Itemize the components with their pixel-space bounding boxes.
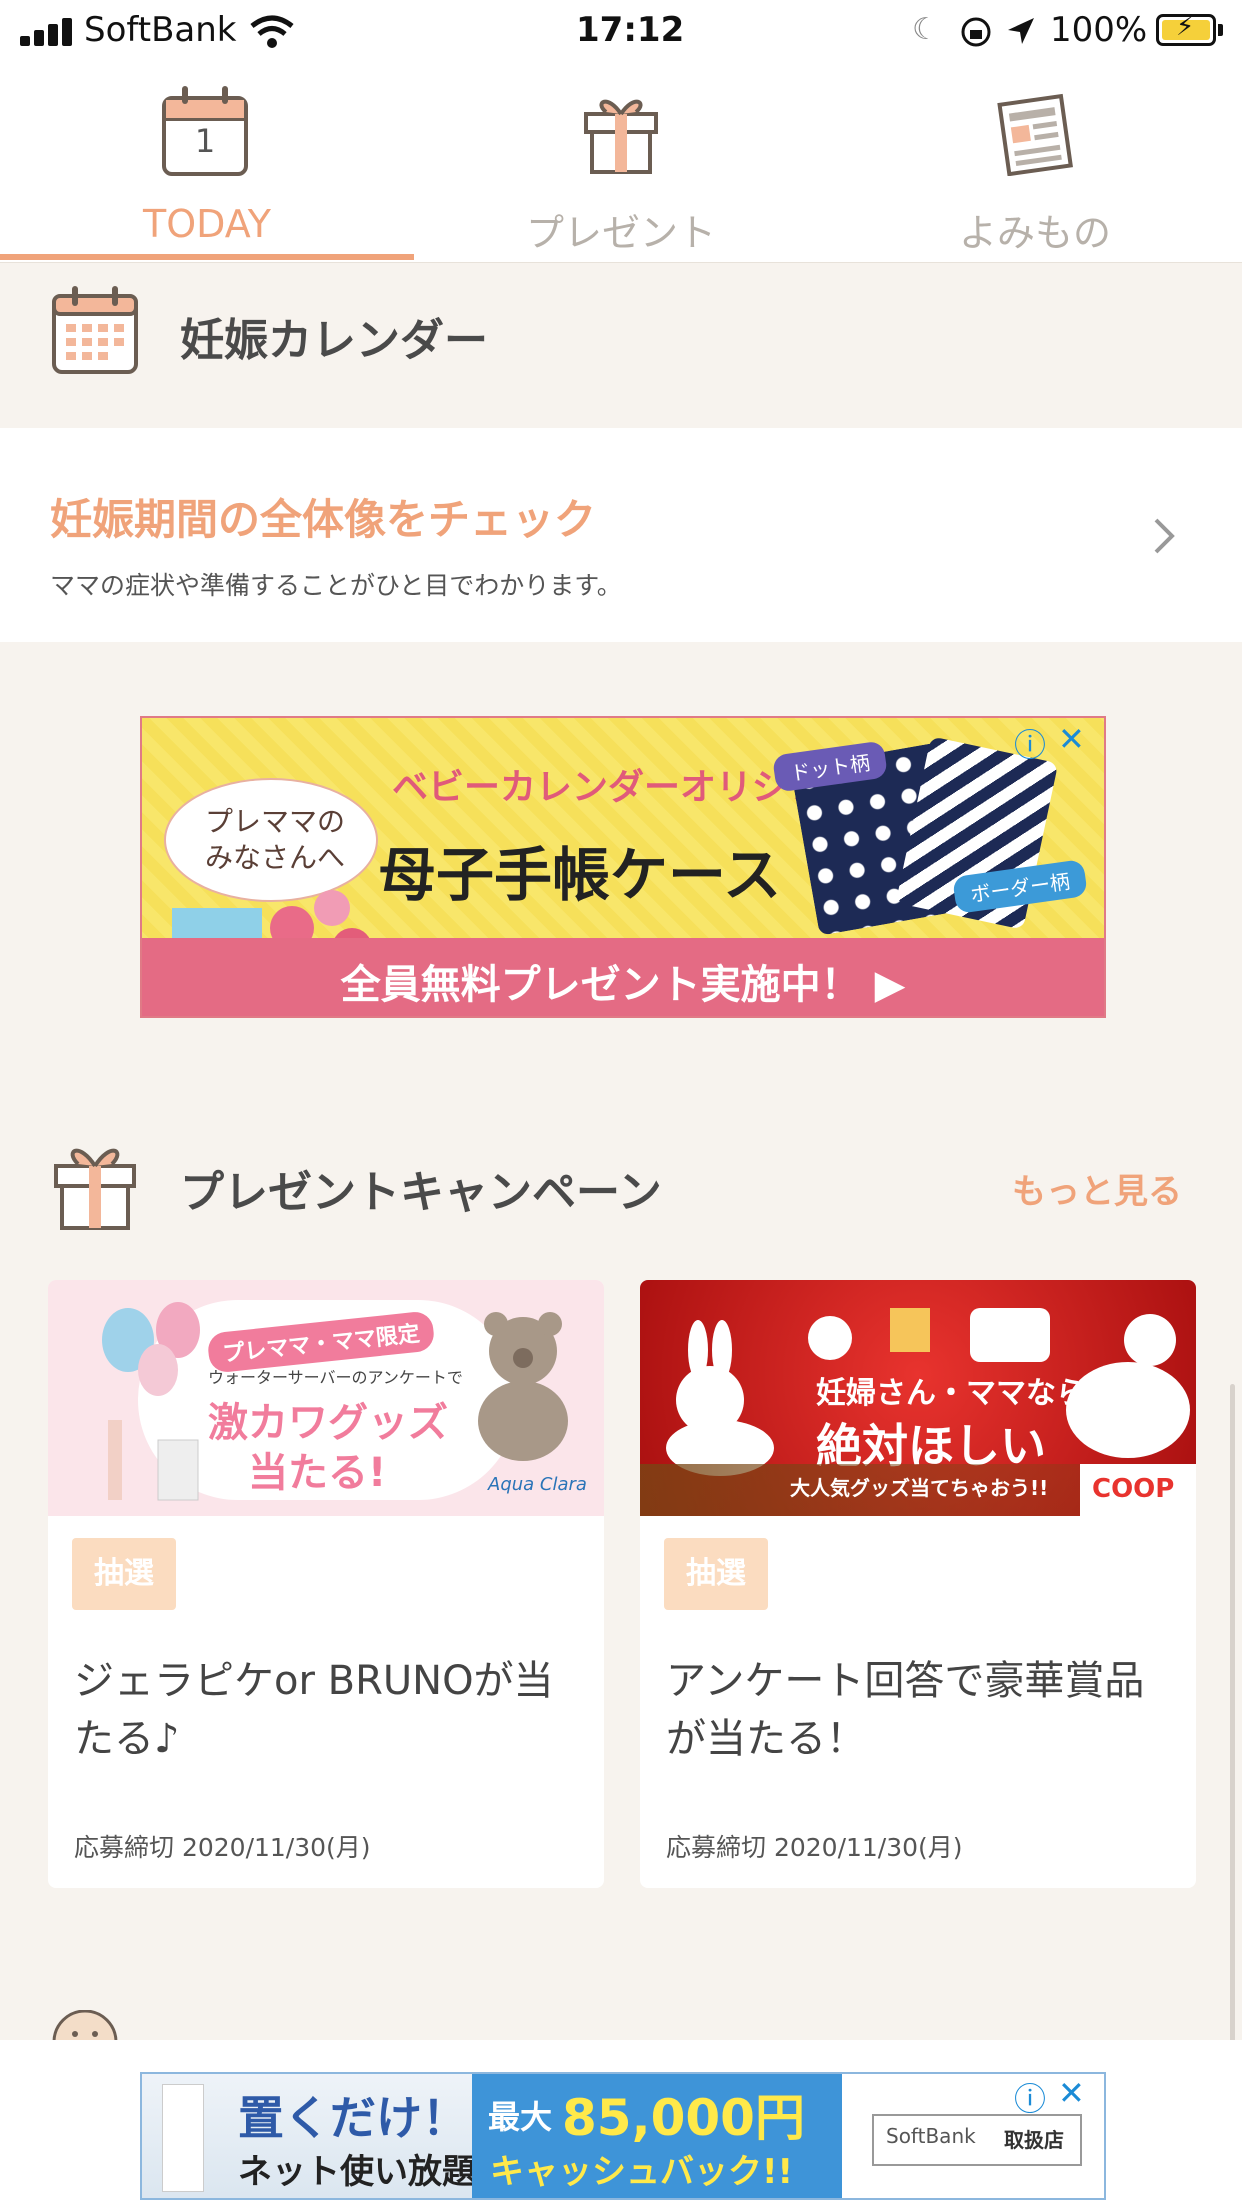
router-image	[162, 2084, 204, 2192]
bottom-ad-banner[interactable]: 置くだけ！ ネット使い放題 最大 85,000円 キャッシュバック!! Soft…	[140, 2072, 1106, 2200]
balloons-illustration	[102, 1302, 200, 1501]
see-more-link[interactable]: もっと見る	[1012, 1164, 1182, 1213]
campaign-deadline: 応募締切 2020/11/30(月)	[666, 1833, 963, 1862]
location-icon	[1008, 18, 1034, 44]
overview-link-title: 妊娠期間の全体像をチェック	[50, 495, 597, 544]
calendar-icon: 1	[162, 86, 248, 176]
signal-icon	[20, 18, 78, 46]
pregnancy-overview-link[interactable]: 妊娠期間の全体像をチェック ママの症状や準備することがひと目でわかります。	[0, 428, 1242, 642]
teddy-bear-illustration	[478, 1312, 568, 1461]
pregnancy-calendar-title: 妊娠カレンダー	[180, 315, 488, 366]
moon-icon: ☾	[912, 12, 939, 47]
tab-present-label: プレゼント	[525, 211, 716, 255]
status-bar: SoftBank 17:12 ☾ 100% ⚡	[0, 0, 1242, 62]
campaign-image: 妊婦さん・ママなら 絶対ほしい 大人気グッズ当てちゃおう!! COOP	[640, 1280, 1196, 1516]
battery-percent: 100%	[1050, 10, 1148, 50]
ad-cta-bar: 全員無料プレゼント実施中！ ▶	[142, 938, 1104, 1016]
tab-reading[interactable]: よみもの	[828, 62, 1242, 262]
campaign-section-title: プレゼントキャンペーン	[180, 1167, 662, 1218]
baby-bath-illustration	[1066, 1314, 1190, 1458]
ad-banner-mother-child-case[interactable]: プレママの みなさんへ ベビーカレンダーオリジナル 母子手帳ケース ドット柄 ボ…	[140, 716, 1106, 1018]
battery-icon: ⚡	[1156, 12, 1216, 46]
ad-info-icon[interactable]: ⓘ	[1014, 720, 1046, 766]
overview-link-subtitle: ママの症状や準備することがひと目でわかります。	[50, 571, 622, 600]
ad-close-icon[interactable]: ✕	[1058, 2074, 1085, 2112]
campaign-deadline: 応募締切 2020/11/30(月)	[74, 1833, 371, 1862]
lottery-badge: 抽選	[664, 1538, 768, 1610]
newspaper-icon	[997, 93, 1073, 176]
tab-present[interactable]: プレゼント	[414, 62, 828, 262]
tab-reading-label: よみもの	[958, 211, 1111, 255]
scrollbar[interactable]	[1230, 1384, 1235, 2104]
clock: 17:12	[576, 10, 685, 50]
campaign-card[interactable]: 妊婦さん・ママなら 絶対ほしい 大人気グッズ当てちゃおう!! COOP 抽選 ア…	[640, 1280, 1196, 1888]
rabbit-toy-illustration	[666, 1320, 774, 1476]
campaign-title: アンケート回答で豪華賞品が当たる！	[666, 1658, 1145, 1762]
campaign-gift-icon	[54, 1148, 136, 1230]
top-tab-bar: 1 TODAY プレゼント よみもの	[0, 62, 1242, 263]
ad-info-icon[interactable]: ⓘ	[1014, 2074, 1046, 2120]
ad-product: 母子手帳ケース	[378, 841, 782, 909]
wifi-icon	[250, 15, 294, 48]
chevron-right-icon	[1154, 518, 1175, 554]
ad-close-icon[interactable]: ✕	[1058, 720, 1085, 758]
face-icon	[52, 2010, 118, 2042]
carrier-label: SoftBank	[84, 10, 237, 50]
campaign-card[interactable]: プレママ・ママ限定 ウォーターサーバーのアンケートで 激カワグッズ 当たる! A…	[48, 1280, 604, 1888]
lottery-badge: 抽選	[72, 1538, 176, 1610]
tab-today-label: TODAY	[143, 202, 271, 246]
campaign-title: ジェラピケor BRUNOが当たる♪	[74, 1658, 554, 1762]
gift-icon	[584, 99, 658, 174]
pregnancy-calendar-icon	[52, 286, 138, 374]
baby-goods-illustration	[808, 1308, 1050, 1362]
tab-today[interactable]: 1 TODAY	[0, 62, 414, 262]
campaign-image: プレママ・ママ限定 ウォーターサーバーのアンケートで 激カワグッズ 当たる! A…	[48, 1280, 604, 1516]
rotation-lock-icon	[961, 17, 991, 47]
active-tab-indicator	[0, 254, 414, 260]
